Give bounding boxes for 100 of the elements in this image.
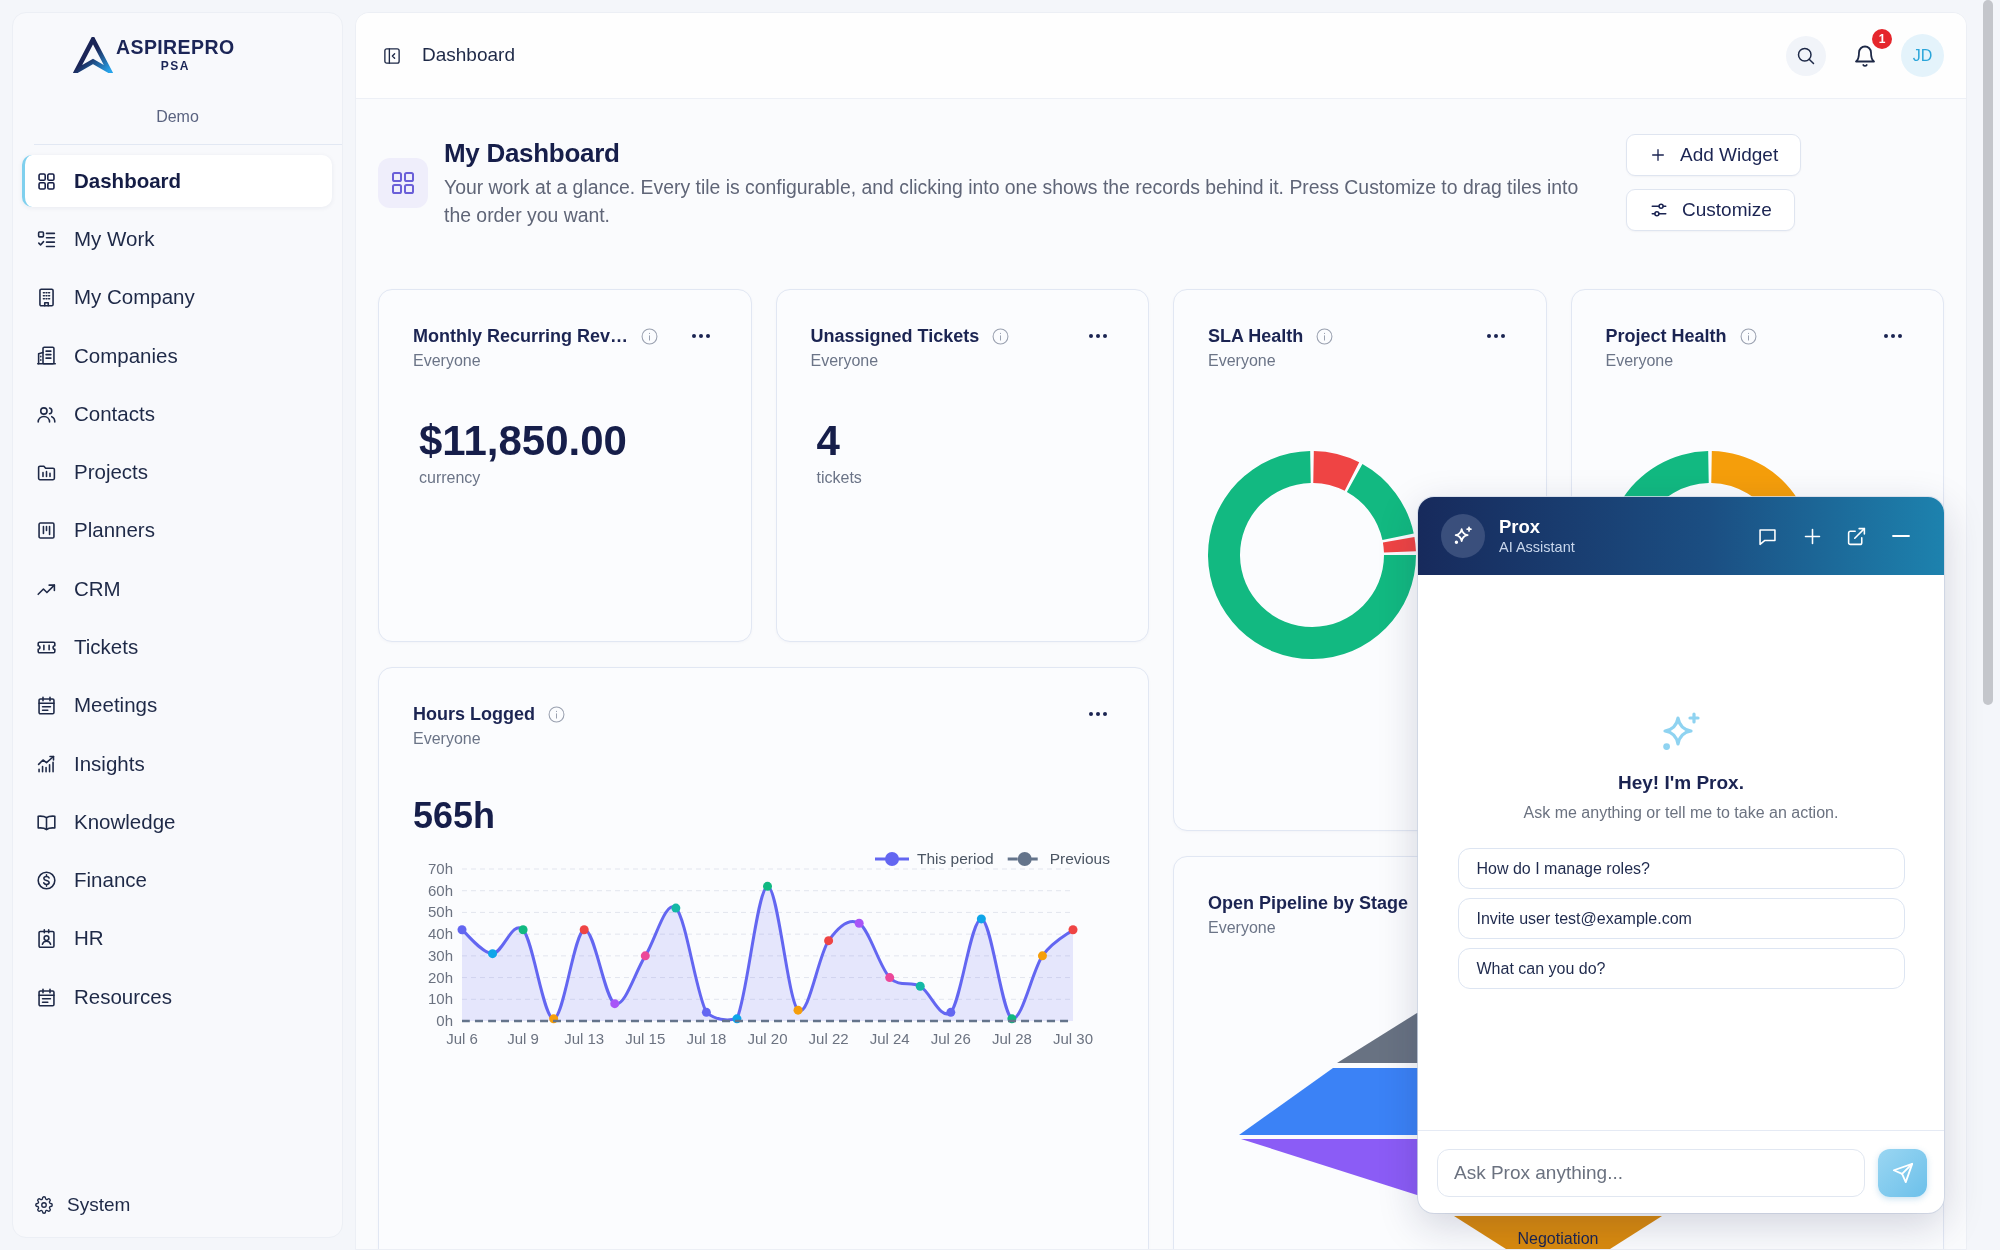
sidebar-item[interactable]: Knowledge (22, 796, 332, 849)
data-point (1007, 1014, 1017, 1024)
data-point (457, 925, 467, 935)
data-point (579, 925, 589, 935)
logo-icon (73, 37, 113, 73)
breadcrumb-title: Dashboard (422, 43, 515, 68)
bar-chart-icon (36, 753, 57, 775)
axis-label: 70h (427, 860, 453, 877)
assistant-greeting: Hey! I'm Prox. (1618, 771, 1744, 795)
axis-label: 50h (427, 903, 453, 921)
axis-label: 20h (427, 968, 453, 986)
plus-icon (1650, 147, 1666, 163)
logo-wordmark: ASPIREPRO (116, 37, 235, 58)
building-icon (36, 287, 57, 309)
axis-label: Jul 26 (930, 1030, 971, 1047)
sidebar-item[interactable]: Companies (22, 329, 332, 382)
sidebar-item[interactable]: Contacts (22, 388, 332, 441)
assistant-hint: Ask me anything or tell me to take an action. (1523, 803, 1839, 823)
widget-title: Open Pipeline by Stage (1208, 892, 1409, 914)
more-icon (691, 334, 710, 338)
legend-marker-icon (875, 852, 909, 866)
dollar-coin-icon (36, 870, 57, 892)
metric-value: 4 (816, 416, 840, 466)
sidebar-item[interactable]: Insights (22, 737, 332, 790)
widget-audience: Everyone (1605, 351, 1674, 371)
calendar-icon (36, 695, 57, 717)
funnel-stage-label: Negotiation (1517, 1230, 1599, 1247)
widget-audience: Everyone (810, 351, 879, 371)
sidebar-item[interactable]: My Work (22, 213, 332, 266)
axis-label: Jul 6 (446, 1030, 478, 1047)
widget-title: Monthly Recurring Rev… (413, 325, 629, 347)
data-point (701, 1007, 711, 1017)
grid-icon (36, 170, 57, 192)
axis-label: Jul 28 (991, 1030, 1032, 1047)
sidebar-item[interactable]: Resources (22, 971, 332, 1024)
axis-label: 30h (427, 946, 453, 964)
search-button[interactable] (1786, 35, 1826, 76)
axis-label: Jul 30 (1053, 1030, 1093, 1047)
workspace-name: Demo (156, 107, 199, 126)
data-point (824, 936, 834, 946)
customize-button[interactable]: Customize (1626, 189, 1795, 231)
widget-title: SLA Health (1208, 325, 1304, 347)
sidebar-item[interactable]: Planners (22, 504, 332, 557)
external-link-icon (1846, 525, 1867, 547)
axis-label: Jul 13 (564, 1030, 605, 1047)
info-icon (1739, 327, 1757, 345)
data-point (854, 918, 864, 928)
more-icon (1884, 334, 1902, 338)
info-icon (641, 327, 659, 345)
folder-icon (36, 462, 57, 483)
sidebar-item[interactable]: CRM (22, 563, 332, 616)
data-point (518, 925, 528, 935)
logo-tagline: PSA (160, 60, 190, 73)
data-point (946, 1007, 956, 1017)
data-point (640, 951, 650, 961)
send-icon (1891, 1162, 1914, 1184)
data-point (610, 999, 620, 1009)
id-badge-icon (36, 928, 57, 950)
suggestion-chip[interactable]: How do I manage roles? (1457, 848, 1905, 889)
minus-icon (1892, 535, 1910, 537)
suggestion-chip[interactable]: What can you do? (1457, 948, 1905, 989)
sidebar-item[interactable]: HR (22, 912, 332, 965)
sidebar-item[interactable]: Projects (22, 446, 332, 499)
data-point (1037, 951, 1047, 961)
metric-value: 565h (413, 794, 496, 838)
sliders-icon (1650, 201, 1668, 219)
scrollbar-thumb[interactable] (1983, 0, 1993, 705)
axis-label: Jul 18 (686, 1030, 727, 1047)
message-input[interactable]: Ask Prox anything... (1437, 1149, 1865, 1197)
page-description: Your work at a glance. Every tile is configurable, and clicking into one shows the records behind it. Press Customize to drag tiles into the order you want. (444, 174, 1580, 228)
sidebar-item[interactable]: Dashboard (22, 155, 332, 207)
data-point (671, 903, 681, 913)
sidebar-item[interactable]: Meetings (22, 679, 332, 732)
axis-label: 10h (427, 990, 453, 1008)
data-point (488, 949, 498, 959)
axis-label: Jul 24 (869, 1030, 910, 1047)
assistant-role: AI Assistant (1499, 538, 1575, 556)
sidebar-item[interactable]: My Company (22, 271, 332, 324)
metric-unit: tickets (816, 468, 862, 488)
more-icon (1486, 334, 1505, 338)
sidebar-toggle-button[interactable] (383, 46, 401, 65)
axis-label: 0h (436, 1012, 453, 1029)
sidebar-item[interactable]: Finance (22, 854, 332, 907)
add-widget-button[interactable]: Add Widget (1626, 134, 1802, 176)
sidebar-toggle-icon (383, 46, 401, 65)
axis-label: Jul 9 (507, 1030, 539, 1047)
metric-unit: currency (419, 468, 481, 488)
legend-label: This period (917, 850, 994, 867)
assistant-name: Prox (1499, 516, 1541, 538)
suggestion-chip[interactable]: Invite user test@example.com (1457, 898, 1905, 939)
axis-label: 60h (427, 881, 453, 899)
widget-audience: Everyone (1208, 351, 1276, 371)
widget-title: Unassigned Tickets (810, 325, 980, 347)
search-icon (1796, 45, 1816, 66)
gear-icon (35, 1196, 53, 1214)
widget-audience: Everyone (413, 729, 481, 749)
sidebar-item[interactable]: System (35, 1191, 131, 1219)
calendar-icon (36, 986, 57, 1008)
data-point (976, 914, 986, 924)
sidebar-item[interactable]: Tickets (22, 621, 332, 674)
